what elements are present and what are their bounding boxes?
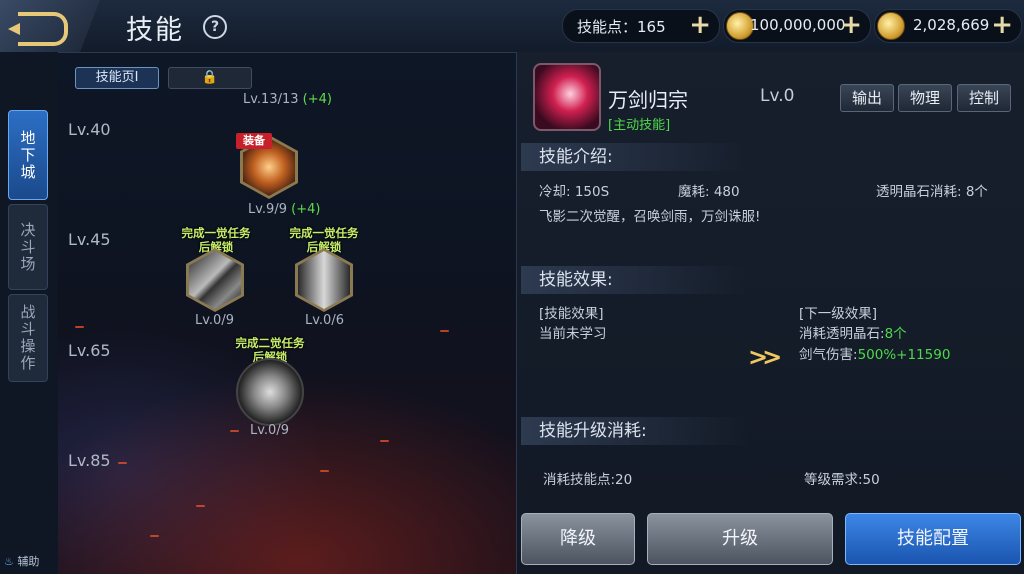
next-effect-crystal: 消耗透明晶石:8个 [799, 322, 907, 342]
next-effect-damage: 剑气伤害:500%+11590 [799, 343, 950, 363]
add-gold-button[interactable]: + [840, 12, 862, 38]
current-effect-text: 当前未学习 [539, 326, 607, 342]
level-label: Lv.65 [68, 341, 111, 360]
next-effect-damage-label: 剑气伤害: [799, 347, 858, 363]
left-tab-bar: 地下城 决斗场 战斗操作 [0, 52, 58, 574]
skill-node-level: Lv.0/9 [250, 423, 289, 438]
tab-dungeon[interactable]: 地下城 [8, 110, 48, 200]
lock-icon: 🔒 [201, 70, 219, 85]
level-label: Lv.85 [68, 451, 111, 470]
back-arrow-icon [8, 12, 68, 46]
ember [320, 470, 329, 472]
effect-section-header: 技能效果: [521, 266, 749, 294]
add-coupon-button[interactable]: + [991, 12, 1013, 38]
skill-node-bonus: (+4) [291, 202, 321, 217]
next-effect-crystal-label: 消耗透明晶石: [799, 326, 885, 342]
top-skill-bonus: (+4) [302, 92, 332, 107]
skill-points-value: 技能点：165 [577, 18, 666, 36]
sword-pillar-skill-icon [298, 251, 350, 309]
coupon-display: 2,028,669 + [874, 9, 1022, 43]
equipped-tag: 装备 [236, 133, 272, 149]
upgrade-cost-section-header: 技能升级消耗: [521, 417, 749, 445]
skill-description: 飞影二次觉醒，召唤剑雨，万剑诛服! [539, 209, 761, 225]
cooldown-text: 冷却: 150S [539, 184, 610, 200]
ember [150, 535, 159, 537]
current-effect-title: [技能效果] [539, 306, 604, 322]
ember [75, 326, 84, 328]
level-label: Lv.40 [68, 120, 111, 139]
intro-section-header: 技能介绍: [521, 143, 749, 171]
skill-config-button[interactable]: 技能配置 [845, 513, 1021, 565]
tag-output[interactable]: 输出 [840, 84, 894, 112]
coupon-coin-icon [877, 12, 905, 40]
ember [196, 505, 205, 507]
ember [440, 330, 449, 332]
skill-points-cost: 消耗技能点:20 [543, 472, 633, 488]
skill-name: 万剑归宗 [608, 88, 688, 112]
assist-button[interactable]: ♨ 辅助 [4, 553, 39, 569]
mp-cost-text: 魔耗: 480 [678, 184, 740, 200]
ember [118, 462, 127, 464]
back-button[interactable] [0, 0, 100, 52]
coupon-value: 2,028,669 [913, 16, 990, 34]
top-skill-level-value: Lv.13/13 [243, 92, 299, 107]
tab-arena[interactable]: 决斗场 [8, 204, 48, 290]
assist-label: 辅助 [17, 555, 40, 568]
ember [230, 430, 239, 432]
ember [380, 440, 389, 442]
next-effect-crystal-value: 8个 [884, 326, 907, 342]
skill-points-display: 技能点：165 + [562, 9, 720, 43]
skill-page-1-tab[interactable]: 技能页Ⅰ [75, 67, 159, 89]
skill-type: [主动技能] [608, 118, 671, 133]
gold-display: 100,000,000 + [723, 9, 871, 43]
downgrade-button[interactable]: 降级 [521, 513, 635, 565]
slash-skill-icon [189, 251, 241, 309]
next-effect-damage-value: 500%+11590 [857, 347, 951, 363]
skill-node-level: Lv.9/9 (+4) [248, 202, 320, 217]
tag-physical[interactable]: 物理 [898, 84, 952, 112]
skill-node-selected[interactable] [236, 358, 304, 426]
page-title: 技能 [126, 15, 184, 46]
assist-flame-icon: ♨ [4, 555, 14, 568]
skill-node-level: Lv.0/6 [305, 313, 344, 328]
upgrade-button[interactable]: 升级 [647, 513, 833, 565]
skill-node-level-value: Lv.9/9 [248, 202, 287, 217]
top-bar: 技能 ? 技能点：165 + 100,000,000 + 2,028,669 + [0, 0, 1024, 53]
skill-page-2-locked-tab[interactable]: 🔒 [168, 67, 252, 89]
tag-control[interactable]: 控制 [957, 84, 1011, 112]
crystal-cost-text: 透明晶石消耗: 8个 [876, 184, 988, 200]
tab-combat-controls[interactable]: 战斗操作 [8, 294, 48, 382]
sword-rain-skill-icon [533, 63, 601, 131]
level-label: Lv.45 [68, 230, 111, 249]
gold-value: 100,000,000 [750, 16, 846, 34]
skill-level: Lv.0 [760, 86, 795, 106]
add-skill-points-button[interactable]: + [689, 12, 711, 38]
skill-node-level: Lv.0/9 [195, 313, 234, 328]
level-requirement: 等级需求:50 [804, 472, 880, 488]
help-icon[interactable]: ? [203, 15, 227, 39]
next-effect-title: [下一级效果] [799, 306, 878, 322]
top-skill-level: Lv.13/13 (+4) [243, 92, 332, 107]
double-chevron-right-icon: >> [748, 343, 782, 371]
